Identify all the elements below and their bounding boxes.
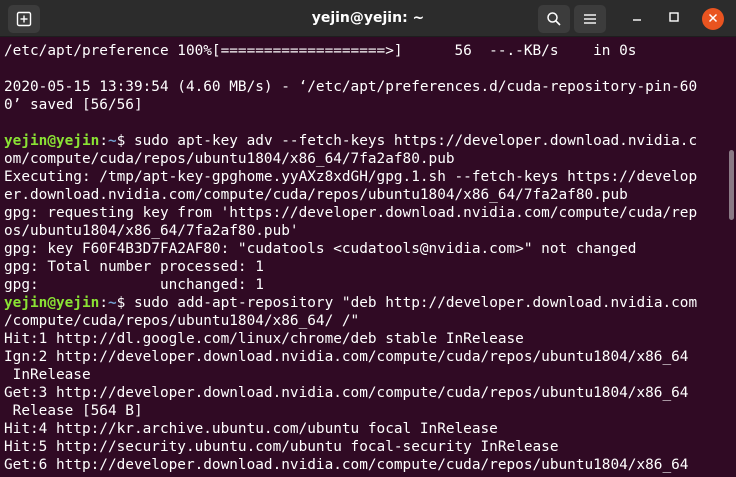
output-line: Ign:2 http://developer.download.nvidia.c… <box>4 349 689 365</box>
output-line: gpg: Total number processed: 1 <box>4 259 264 275</box>
title-bar: yejin@yejin: ~ <box>0 0 736 37</box>
prompt-symbol: $ <box>116 133 134 149</box>
hamburger-menu-icon <box>583 13 597 25</box>
output-line: er.download.nvidia.com/compute/cuda/repo… <box>4 187 628 203</box>
output-line: gpg: key F60F4B3D7FA2AF80: "cudatools <c… <box>4 241 637 257</box>
prompt-line: yejin@yejin:~$ sudo apt-key adv --fetch-… <box>4 132 726 150</box>
command-text: sudo apt-key adv --fetch-keys https://de… <box>133 133 698 149</box>
output-line: Hit:5 http://security.ubuntu.com/ubuntu … <box>4 439 559 455</box>
output-line: Executing: /tmp/apt-key-gpghome.yyAXz8xd… <box>4 169 698 185</box>
new-tab-button[interactable] <box>8 5 40 33</box>
output-line: gpg: requesting key from 'https://develo… <box>4 205 698 221</box>
minimize-icon <box>631 10 643 28</box>
output-line: /compute/cuda/repos/ubuntu1804/x86_64/ /… <box>4 313 360 329</box>
output-line: gpg: unchanged: 1 <box>4 277 264 293</box>
output-line: Release [564 B] <box>4 403 143 419</box>
terminal-output[interactable]: /etc/apt/preference 100%[===============… <box>0 37 726 477</box>
prompt-separator: : <box>99 295 108 311</box>
output-line: om/compute/cuda/repos/ubuntu1804/x86_64/… <box>4 151 455 167</box>
scrollbar[interactable] <box>726 37 736 477</box>
output-line: os/ubuntu1804/x86_64/7fa2af80.pub' <box>4 223 299 239</box>
output-line: Get:3 http://developer.download.nvidia.c… <box>4 385 689 401</box>
search-button[interactable] <box>538 5 570 33</box>
search-icon <box>546 11 562 27</box>
prompt-user: yejin@yejin <box>4 295 100 311</box>
terminal-window: yejin@yejin: ~ /etc/apt/preference 100%[… <box>0 0 736 477</box>
close-button[interactable] <box>702 8 724 30</box>
output-line: 2020-05-15 13:39:54 (4.60 MB/s) - ‘/etc/… <box>4 79 698 95</box>
prompt-symbol: $ <box>116 295 134 311</box>
close-icon <box>708 10 718 28</box>
output-line: 0’ saved [56/56] <box>4 97 143 113</box>
output-line: Hit:4 http://kr.archive.ubuntu.com/ubunt… <box>4 421 498 437</box>
prompt-path: ~ <box>107 133 117 149</box>
minimize-button[interactable] <box>626 8 648 30</box>
scrollbar-thumb[interactable] <box>729 150 734 220</box>
new-tab-icon <box>16 11 32 27</box>
output-line: Get:6 http://developer.download.nvidia.c… <box>4 457 689 473</box>
prompt-user: yejin@yejin <box>4 133 100 149</box>
output-line: InRelease <box>4 367 91 383</box>
output-line: Hit:1 http://dl.google.com/linux/chrome/… <box>4 331 524 347</box>
command-text: sudo add-apt-repository "deb http://deve… <box>133 295 698 311</box>
prompt-separator: : <box>99 133 108 149</box>
menu-button[interactable] <box>574 5 606 33</box>
maximize-icon <box>668 10 680 28</box>
maximize-button[interactable] <box>663 8 685 30</box>
prompt-line: yejin@yejin:~$ sudo add-apt-repository "… <box>4 294 726 312</box>
output-line: /etc/apt/preference 100%[===============… <box>4 43 637 59</box>
prompt-path: ~ <box>107 295 117 311</box>
